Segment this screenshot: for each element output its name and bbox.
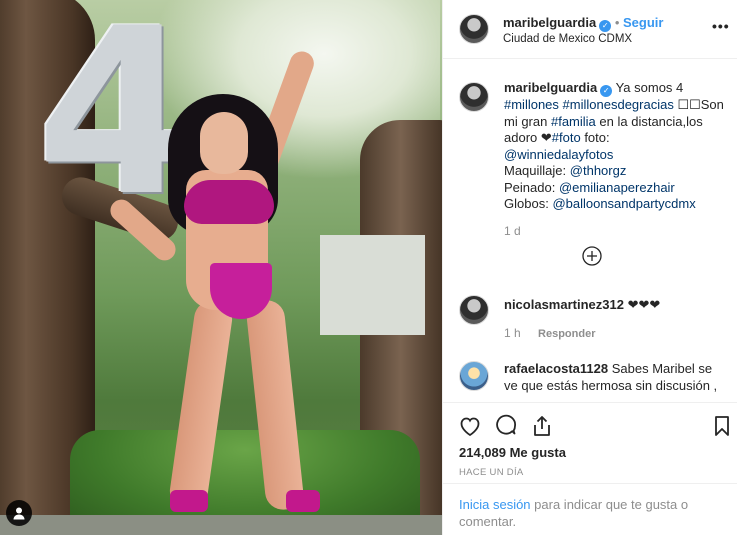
more-options-icon[interactable]: ••• bbox=[712, 18, 730, 34]
number-balloon: 4 bbox=[36, 0, 197, 247]
load-more-comments-button[interactable] bbox=[582, 246, 602, 266]
like-count[interactable]: 214,089 Me gusta bbox=[459, 445, 566, 460]
caption-time: 1 d bbox=[504, 224, 521, 238]
ground bbox=[0, 515, 442, 535]
caption-username[interactable]: maribelguardia bbox=[504, 80, 597, 95]
peinado-label: Peinado: bbox=[504, 179, 556, 195]
author-username[interactable]: maribelguardia bbox=[503, 15, 596, 30]
separator-dot: • bbox=[614, 15, 623, 30]
mention-hair[interactable]: @emilianaperezhair bbox=[559, 180, 675, 195]
hashtag-millones[interactable]: #millones bbox=[504, 97, 559, 112]
author-avatar[interactable] bbox=[459, 14, 489, 44]
globos-label: Globos: bbox=[504, 196, 549, 211]
share-icon bbox=[534, 416, 550, 436]
follow-button[interactable]: Seguir bbox=[623, 15, 663, 30]
commenter-avatar[interactable] bbox=[459, 295, 489, 325]
hashtag-foto[interactable]: #foto bbox=[552, 130, 581, 145]
post-header: maribelguardia ✓ • Seguir Ciudad de Mexic… bbox=[443, 0, 737, 59]
save-button[interactable] bbox=[710, 414, 734, 438]
caption-text-4: foto: bbox=[584, 130, 610, 145]
share-button[interactable] bbox=[530, 414, 554, 438]
comment-item-clip: rafaelacosta1128 Sabes Maribel se ve que… bbox=[443, 355, 737, 399]
maquillaje-label: Maquillaje: bbox=[504, 163, 567, 178]
caption-text-1: Ya somos 4 bbox=[615, 80, 684, 95]
comment-username[interactable]: nicolasmartinez312 bbox=[504, 297, 624, 312]
person-icon bbox=[13, 507, 25, 520]
comment-item: rafaelacosta1128 Sabes Maribel se ve que… bbox=[504, 360, 729, 394]
post-actions: 214,089 Me gusta HACE UN DÍA bbox=[443, 402, 737, 478]
face bbox=[200, 112, 248, 174]
mention-photographer[interactable]: @winniedalayfotos bbox=[504, 147, 613, 162]
reply-button[interactable]: Responder bbox=[538, 328, 595, 340]
post-timestamp[interactable]: HACE UN DÍA bbox=[459, 467, 524, 478]
bikini-top bbox=[184, 180, 274, 224]
login-prompt-text-row: Inicia sesión para indicar que te gusta … bbox=[459, 496, 709, 530]
user-tag-button[interactable] bbox=[6, 500, 32, 526]
comment-item: nicolasmartinez312 ❤❤❤ bbox=[504, 296, 729, 313]
verified-badge-icon: ✓ bbox=[600, 85, 613, 97]
right-shoe bbox=[286, 490, 320, 512]
post-panel: maribelguardia ✓ • Seguir Ciudad de Mexic… bbox=[442, 0, 737, 535]
comment-text: ❤❤❤ bbox=[627, 297, 661, 312]
header-title-row: maribelguardia ✓ • Seguir bbox=[503, 15, 663, 32]
comment-button[interactable] bbox=[494, 414, 518, 438]
mention-balloons[interactable]: @balloonsandpartycdmx bbox=[552, 196, 695, 211]
comment-username[interactable]: rafaelacosta1128 bbox=[504, 361, 608, 376]
commenter-avatar[interactable] bbox=[459, 361, 489, 391]
heart-icon bbox=[460, 417, 480, 437]
post-caption: maribelguardia ✓ Ya somos 4 #millones #mi… bbox=[504, 80, 726, 213]
login-link[interactable]: Inicia sesión bbox=[459, 497, 531, 512]
left-shoe bbox=[170, 490, 208, 512]
hashtag-millonesdegracias[interactable]: #millonesdegracias bbox=[563, 97, 674, 112]
comment-meta: 1 h Responder bbox=[504, 326, 596, 340]
post-photo[interactable]: 4 bbox=[0, 0, 442, 535]
verified-badge-icon: ✓ bbox=[599, 20, 612, 32]
login-prompt: Inicia sesión para indicar que te gusta … bbox=[443, 483, 737, 536]
like-button[interactable] bbox=[458, 414, 482, 438]
caption-avatar[interactable] bbox=[459, 82, 489, 112]
plus-circle-icon bbox=[582, 246, 602, 266]
house-wall bbox=[320, 235, 425, 335]
post-location[interactable]: Ciudad de Mexico CDMX bbox=[503, 33, 632, 45]
mention-makeup[interactable]: @thhorgz bbox=[570, 163, 627, 178]
comment-time: 1 h bbox=[504, 326, 521, 340]
hashtag-familia[interactable]: #familia bbox=[551, 114, 596, 129]
comment-bubble-icon bbox=[496, 414, 516, 435]
bookmark-icon bbox=[715, 416, 729, 436]
